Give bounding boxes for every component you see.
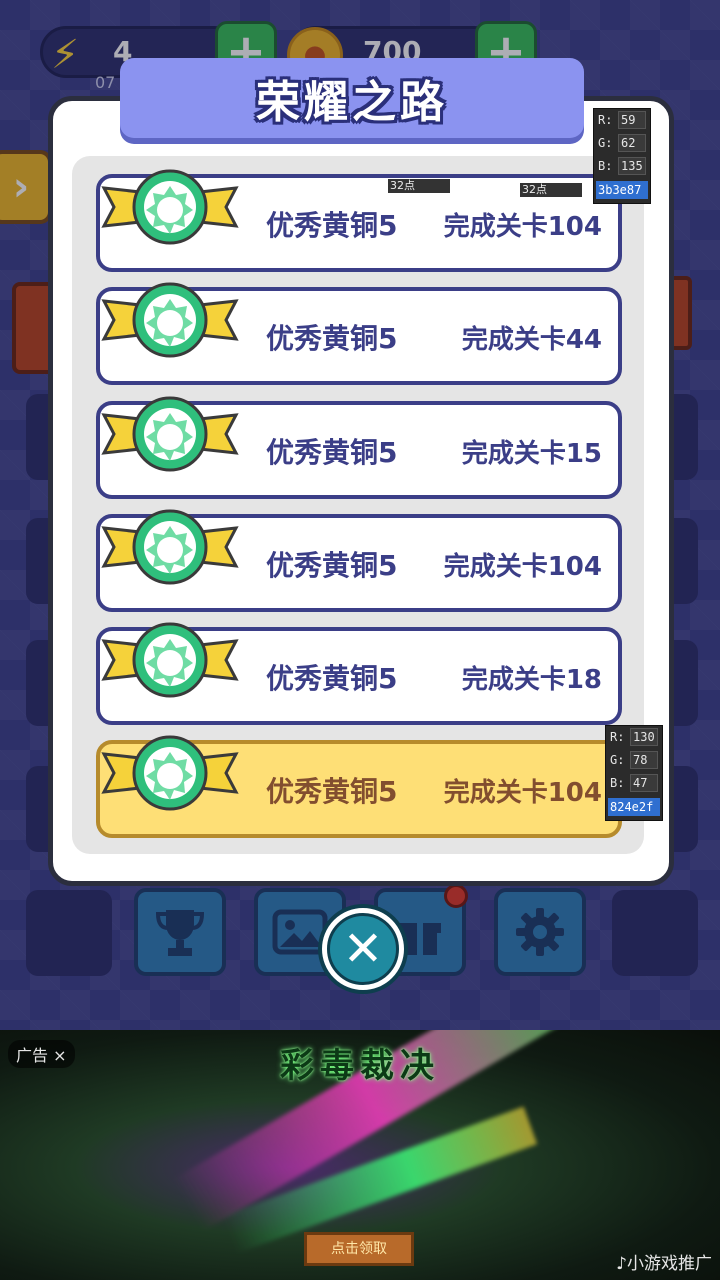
- rank-row[interactable]: 优秀黄铜5 完成关卡104: [96, 735, 622, 838]
- lightning-icon: ⚡: [50, 32, 80, 78]
- ad-brand-label: ♪小游戏推广: [616, 1254, 712, 1274]
- rank-condition: 完成关卡104: [443, 552, 602, 582]
- green-label: G:: [610, 753, 625, 767]
- chevron-right-icon: ›: [12, 164, 30, 210]
- green-value: 62: [618, 134, 646, 152]
- rank-name: 优秀黄铜5: [266, 775, 398, 808]
- rank-name: 优秀黄铜5: [266, 322, 398, 355]
- blue-value: 135: [618, 157, 646, 175]
- trophy-icon: [156, 910, 204, 956]
- rank-condition: 完成关卡104: [443, 212, 602, 242]
- dialog-title-banner: 荣耀之路: [120, 58, 584, 138]
- rank-name: 优秀黄铜5: [266, 549, 398, 582]
- ad-banner[interactable]: 彩毒裁决 广告 × 点击领取 ♪小游戏推广: [0, 1030, 720, 1280]
- gear-icon: [516, 908, 564, 956]
- side-expand-button[interactable]: ›: [0, 150, 52, 224]
- bottom-slot-right[interactable]: [612, 890, 698, 976]
- red-label: R:: [598, 113, 613, 127]
- close-icon: ✕: [327, 913, 399, 985]
- ad-close-label[interactable]: 广告 ×: [8, 1040, 75, 1068]
- rank-name: 优秀黄铜5: [266, 662, 398, 695]
- color-picker-panel: R: 59 G: 62 B: 135 3b3e87: [593, 108, 651, 204]
- rank-condition: 完成关卡44: [461, 325, 602, 355]
- medal-badge-icon: [100, 389, 240, 479]
- medal-badge-icon: [100, 162, 240, 252]
- bottom-slot-left[interactable]: [26, 890, 112, 976]
- color-picker-panel: R: 130 G: 78 B: 47 824e2f: [605, 725, 663, 821]
- hex-value: 824e2f: [608, 798, 660, 816]
- blue-label: B:: [598, 159, 613, 173]
- medal-badge-icon: [100, 502, 240, 592]
- close-button[interactable]: ✕: [318, 904, 408, 994]
- medal-badge-icon: [100, 615, 240, 705]
- energy-timer: 07: [95, 73, 116, 92]
- medal-badge-icon: [100, 728, 240, 818]
- red-value: 59: [618, 111, 646, 129]
- rank-condition: 完成关卡18: [461, 665, 602, 695]
- rank-row[interactable]: 优秀黄铜5 完成关卡15: [96, 396, 622, 499]
- blue-value: 47: [630, 774, 658, 792]
- rank-condition: 完成关卡15: [461, 439, 602, 469]
- dialog-title: 荣耀之路: [256, 77, 448, 128]
- rank-row[interactable]: 优秀黄铜5 完成关卡44: [96, 282, 622, 385]
- green-value: 78: [630, 751, 658, 769]
- point-size-label: 32点: [520, 183, 582, 197]
- rank-name: 优秀黄铜5: [266, 436, 398, 469]
- blue-label: B:: [610, 776, 625, 790]
- red-value: 130: [630, 728, 658, 746]
- red-label: R:: [610, 730, 625, 744]
- settings-button[interactable]: [494, 888, 586, 976]
- rank-name: 优秀黄铜5: [266, 209, 398, 242]
- rank-row[interactable]: 优秀黄铜5 完成关卡104: [96, 509, 622, 612]
- trophy-button[interactable]: [134, 888, 226, 976]
- hex-value: 3b3e87: [596, 181, 648, 199]
- notification-dot: [444, 884, 468, 908]
- ad-cta-button[interactable]: 点击领取: [304, 1232, 414, 1266]
- green-label: G:: [598, 136, 613, 150]
- rank-row[interactable]: 优秀黄铜5 完成关卡18: [96, 622, 622, 725]
- point-size-label: 32点: [388, 179, 450, 193]
- ad-title: 彩毒裁决: [280, 1046, 440, 1086]
- medal-badge-icon: [100, 275, 240, 365]
- rank-condition: 完成关卡104: [443, 778, 602, 808]
